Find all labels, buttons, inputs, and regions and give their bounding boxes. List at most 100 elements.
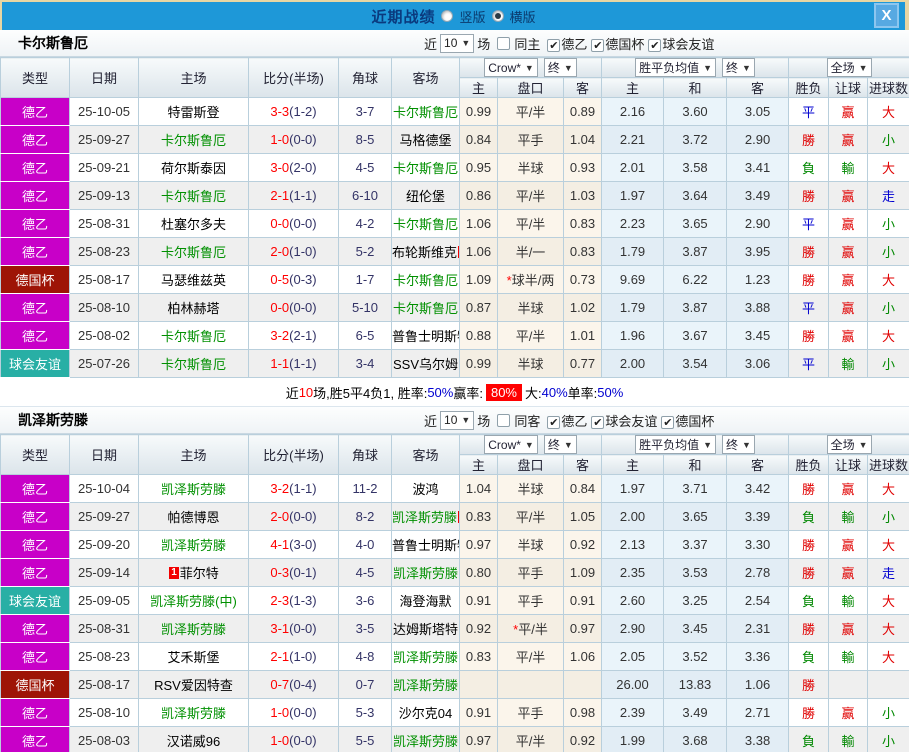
fulltime-score: 1-1 xyxy=(270,356,290,371)
corner-count: 0-7 xyxy=(338,670,392,699)
league-checkbox[interactable] xyxy=(648,38,662,52)
same-away-label[interactable]: 同客 xyxy=(514,411,540,430)
halftime-score: (3-0) xyxy=(289,537,317,552)
odds-time-select[interactable]: 终 ▼ xyxy=(543,435,577,454)
team-cell: 卡尔斯鲁厄 xyxy=(138,321,249,350)
odds-away: 0.84 xyxy=(562,474,603,503)
result-handicap: 赢 xyxy=(828,97,869,126)
handicap-line xyxy=(497,670,564,699)
corner-count: 4-8 xyxy=(338,642,392,671)
team-label: 卡尔斯鲁厄 xyxy=(160,189,226,204)
match-type: 德乙 xyxy=(0,642,70,671)
league-label[interactable]: 球会友谊 xyxy=(605,414,657,429)
team-cell: 纽伦堡 xyxy=(391,181,460,210)
mean-draw: 3.87 xyxy=(663,237,728,266)
sub-col-mean-home: 主 xyxy=(601,77,665,98)
col-score: 比分(半场) xyxy=(248,57,339,98)
close-icon[interactable]: X xyxy=(874,3,899,28)
team1-results-table: 类型 日期 主场 比分(半场) 角球 客场 Crow* ▼ 终 ▼ 胜平负均值 ▼ 终… xyxy=(0,57,909,378)
result-outcome: 勝 xyxy=(788,530,830,559)
match-count-select[interactable]: 10 ▼ xyxy=(440,33,475,53)
horizontal-layout-label[interactable]: 横版 xyxy=(510,7,536,26)
bookmaker-select[interactable]: Crow* ▼ xyxy=(484,435,538,454)
result-handicap: 輸 xyxy=(828,153,869,182)
league-label[interactable]: 德国杯 xyxy=(675,414,714,429)
league-label[interactable]: 德国杯 xyxy=(605,37,644,52)
mean-away: 2.54 xyxy=(726,586,790,615)
match-score: 1-1(1-1) xyxy=(248,349,339,378)
mean-away: 2.90 xyxy=(726,125,790,154)
team-cell: 杜塞尔多夫 xyxy=(138,209,249,238)
team-label: 艾禾斯堡 xyxy=(167,650,220,665)
mean-draw: 3.49 xyxy=(663,698,728,727)
match-score: 2-0(0-0) xyxy=(248,502,339,531)
mean-odds-select[interactable]: 胜平负均值 ▼ xyxy=(635,435,717,454)
vertical-layout-label[interactable]: 竖版 xyxy=(459,7,485,26)
result-handicap: 輸 xyxy=(828,726,869,752)
vertical-layout-radio[interactable] xyxy=(441,10,454,22)
mean-time-select[interactable]: 终 ▼ xyxy=(722,435,755,454)
match-row: 德乙 25-09-14 1 菲尔特 0-3(0-1) 4-5 凯泽斯劳滕 0.80 平手 1.09… xyxy=(0,558,909,587)
mean-time-select[interactable]: 终 ▼ xyxy=(722,58,755,77)
result-goals: 大 xyxy=(867,265,909,294)
match-row: 德乙 25-10-04 凯泽斯劳滕 3-2(1-1) 11-2 波鸿 1.04 半球 0.84 1… xyxy=(0,474,909,503)
mean-home: 2.16 xyxy=(601,97,665,126)
mean-away: 3.39 xyxy=(726,502,790,531)
full-match-select[interactable]: 全场 ▼ xyxy=(826,58,872,77)
team-cell: 凯泽斯劳滕 xyxy=(138,474,249,503)
result-handicap: 赢 xyxy=(828,474,869,503)
team-label: 马格德堡 xyxy=(399,133,452,148)
summary-part: 大: xyxy=(525,385,542,401)
odds-home: 0.91 xyxy=(459,586,498,615)
same-away-checkbox[interactable] xyxy=(497,413,511,427)
team2-filter-row: 凯泽斯劳滕 近 10▼ 场 同客 德乙 球会友谊 德国杯 xyxy=(0,407,909,434)
league-label[interactable]: 德乙 xyxy=(561,37,587,52)
same-home-checkbox[interactable] xyxy=(497,36,511,50)
summary-part: 场,胜5平4负1, 胜率: xyxy=(313,385,428,401)
match-type: 德乙 xyxy=(0,726,70,752)
league-checkbox[interactable] xyxy=(591,38,605,52)
mean-away: 3.95 xyxy=(726,237,790,266)
bookmaker-select[interactable]: Crow* ▼ xyxy=(484,58,538,77)
handicap-line: 平手 xyxy=(497,125,564,154)
handicap-line: 平手 xyxy=(497,586,564,615)
handicap-line: 平手 xyxy=(497,698,564,727)
same-home-label[interactable]: 同主 xyxy=(514,34,540,53)
odds-time-select[interactable]: 终 ▼ xyxy=(543,58,577,77)
result-outcome: 勝 xyxy=(788,181,830,210)
result-handicap: 赢 xyxy=(828,698,869,727)
full-match-select[interactable]: 全场 ▼ xyxy=(826,435,872,454)
odds-home: 0.92 xyxy=(459,614,498,643)
match-count-select[interactable]: 10 ▼ xyxy=(440,410,475,430)
league-checkbox[interactable] xyxy=(661,415,675,429)
horizontal-layout-radio[interactable] xyxy=(491,10,504,22)
mean-home: 2.21 xyxy=(601,125,665,154)
col-score: 比分(半场) xyxy=(248,434,339,475)
match-date: 25-08-02 xyxy=(69,321,139,350)
team-cell: 达姆斯塔特 xyxy=(391,614,460,643)
odds-home: 0.86 xyxy=(459,181,498,210)
league-checkbox[interactable] xyxy=(591,415,605,429)
league-checkbox[interactable] xyxy=(547,38,561,52)
mean-away: 2.90 xyxy=(726,209,790,238)
league-label[interactable]: 德乙 xyxy=(561,414,587,429)
odds-away: 0.98 xyxy=(562,698,603,727)
handicap-line: 平/半 xyxy=(497,97,564,126)
sub-col-mean-draw: 和 xyxy=(663,454,728,475)
match-type: 德乙 xyxy=(0,97,70,126)
corner-count: 4-2 xyxy=(338,209,392,238)
odds-home: 0.91 xyxy=(459,698,498,727)
match-score: 3-0(2-0) xyxy=(248,153,339,182)
league-label[interactable]: 球会友谊 xyxy=(662,37,714,52)
fulltime-score: 0-7 xyxy=(270,677,290,692)
match-score: 2-0(1-0) xyxy=(248,237,339,266)
result-handicap: 赢 xyxy=(828,321,869,350)
mean-home: 2.23 xyxy=(601,209,665,238)
handicap-line: 平/半 xyxy=(497,209,564,238)
league-checkbox[interactable] xyxy=(547,415,561,429)
mean-odds-select[interactable]: 胜平负均值 ▼ xyxy=(635,58,717,77)
result-outcome: 平 xyxy=(788,293,830,322)
sub-col-mean-away: 客 xyxy=(726,77,790,98)
team-cell: 艾禾斯堡 xyxy=(138,642,249,671)
match-score: 2-1(1-0) xyxy=(248,642,339,671)
